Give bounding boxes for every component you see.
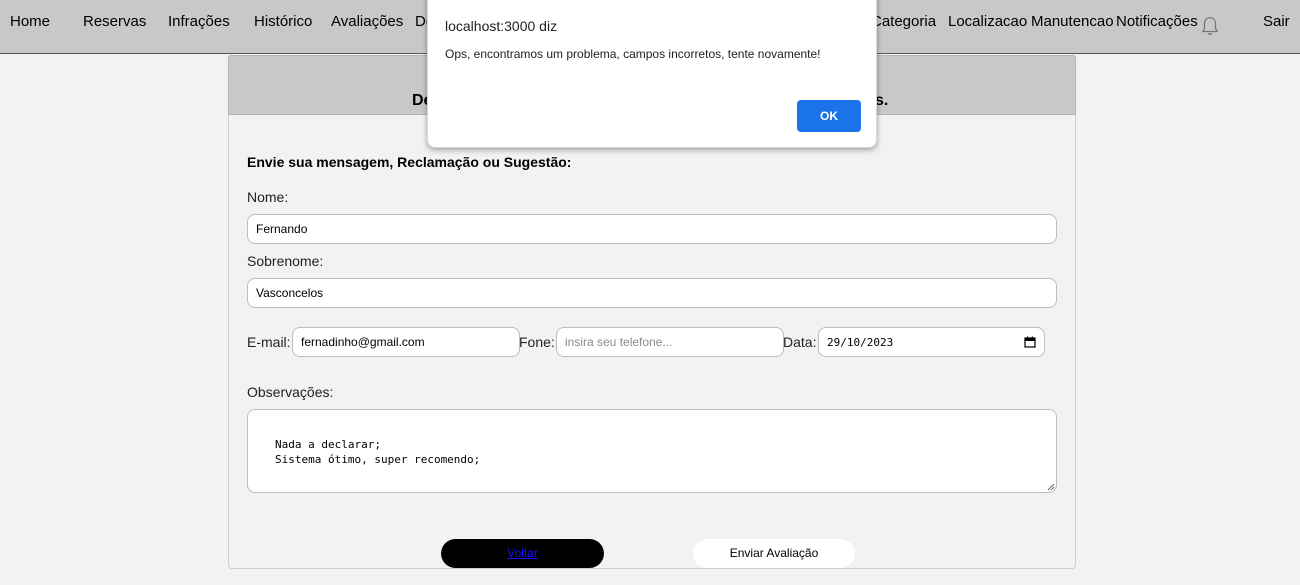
nav-historico[interactable]: Histórico <box>254 13 312 30</box>
nome-label: Nome: <box>247 189 289 205</box>
nav-avaliacoes[interactable]: Avaliações <box>331 13 403 30</box>
nav-manutencao[interactable]: Manutencao <box>1031 13 1114 30</box>
calendar-icon[interactable] <box>1024 336 1036 348</box>
dialog-title: localhost:3000 diz <box>445 18 558 34</box>
nav-categoria[interactable]: Categoria <box>871 13 936 30</box>
enviar-avaliacao-button[interactable]: Enviar Avaliação <box>693 539 855 568</box>
date-value: 29/10/2023 <box>827 336 894 349</box>
nav-infracoes[interactable]: Infrações <box>168 13 230 30</box>
sobrenome-label: Sobrenome: <box>247 253 324 269</box>
bell-icon[interactable] <box>1199 15 1221 37</box>
sobrenome-input[interactable] <box>247 278 1057 308</box>
phone-input[interactable] <box>556 327 784 357</box>
alert-dialog: localhost:3000 diz Ops, encontramos um p… <box>427 0 877 148</box>
date-input[interactable]: 29/10/2023 <box>818 327 1045 357</box>
nome-input[interactable] <box>247 214 1057 244</box>
voltar-link[interactable]: Voltar <box>507 546 538 560</box>
observacoes-label: Observações: <box>247 384 334 400</box>
email-input[interactable] <box>292 327 520 357</box>
dialog-message: Ops, encontramos um problema, campos inc… <box>445 47 821 61</box>
nav-home[interactable]: Home <box>10 13 50 30</box>
ok-button[interactable]: OK <box>797 100 861 132</box>
resize-grip-icon[interactable] <box>1047 483 1055 491</box>
page-title-end: s. <box>875 92 889 109</box>
nav-sair[interactable]: Sair <box>1263 13 1290 30</box>
nav-reservas[interactable]: Reservas <box>83 13 146 30</box>
form-heading: Envie sua mensagem, Reclamação ou Sugest… <box>247 154 572 170</box>
data-label: Data: <box>783 334 817 350</box>
nav-localizacao[interactable]: Localizacao <box>948 13 1027 30</box>
voltar-button[interactable]: Voltar <box>441 539 604 568</box>
evaluation-form: Envie sua mensagem, Reclamação ou Sugest… <box>228 115 1076 569</box>
fone-label: Fone: <box>519 334 555 350</box>
email-label: E-mail: <box>247 334 291 350</box>
observacoes-textarea[interactable]: Nada a declarar; Sistema ótimo, super re… <box>247 409 1057 493</box>
nav-notificacoes[interactable]: Notificações <box>1116 13 1198 30</box>
